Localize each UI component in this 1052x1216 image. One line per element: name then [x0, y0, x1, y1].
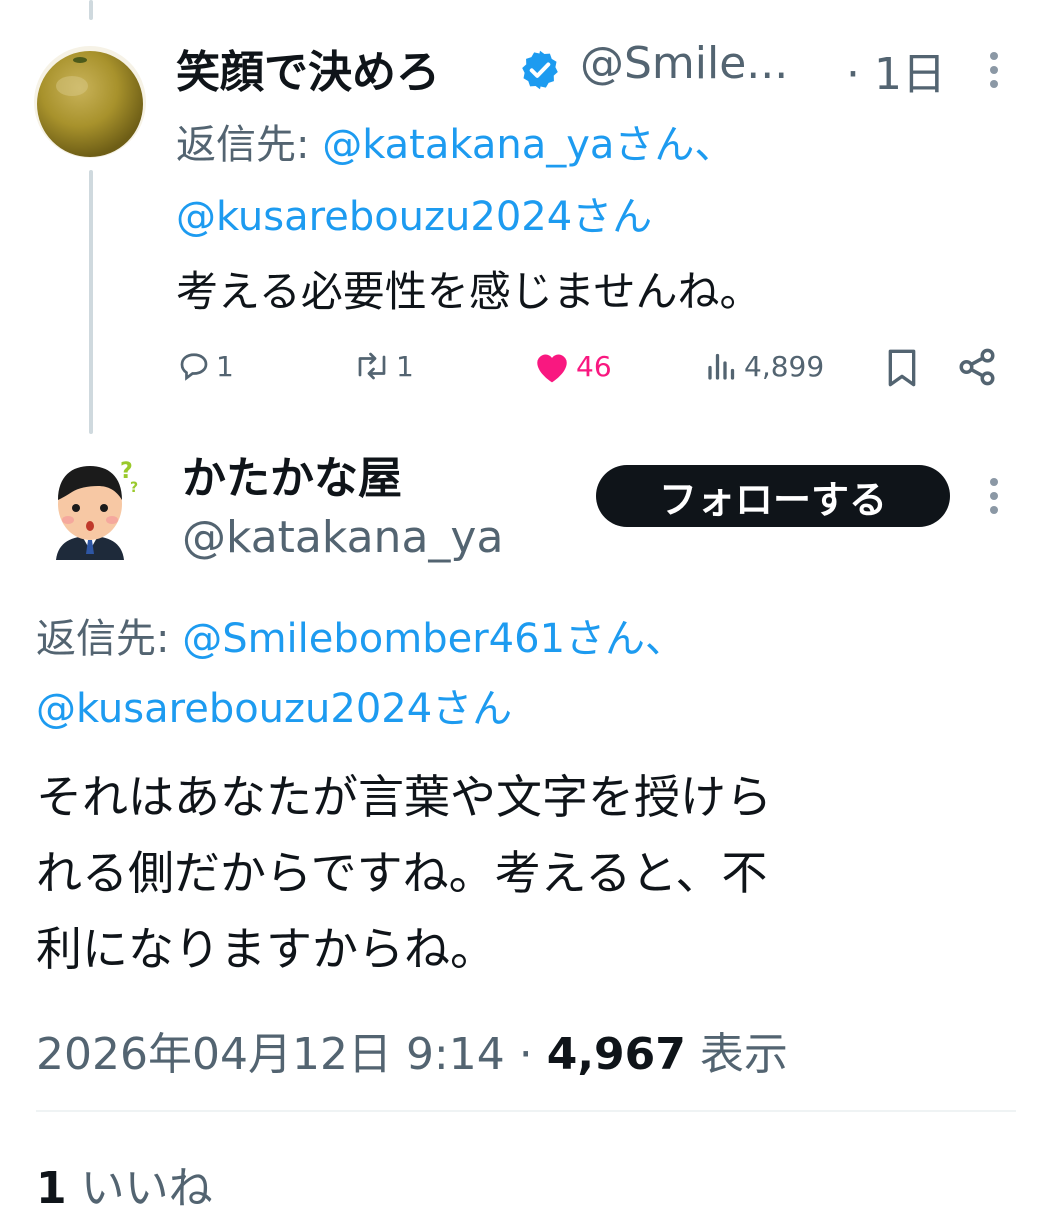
thread-line — [89, 170, 93, 434]
retweet-button[interactable]: 1 — [352, 348, 414, 384]
view-label: 表示 — [699, 1029, 788, 1080]
reply-icon — [180, 353, 208, 381]
reply-to-user-link[interactable]: @Smilebomber461さん、 — [182, 616, 685, 662]
display-name[interactable]: かたかな屋 — [182, 442, 402, 506]
handle[interactable]: @Smile... — [580, 38, 788, 89]
reply-to-line: 返信先: @katakana_yaさん、 — [176, 112, 734, 170]
reply-to-line: 返信先: @Smilebomber461さん、 — [36, 606, 685, 664]
like-count: 1 — [36, 1163, 67, 1214]
like-button[interactable]: 46 — [532, 348, 612, 384]
like-label: いいね — [80, 1163, 213, 1214]
tweet-text: 考える必要性を感じませんね。 — [176, 267, 762, 316]
view-count: 4,967 — [546, 1029, 686, 1080]
more-options-icon[interactable] — [990, 52, 1000, 94]
view-count: 4,899 — [744, 349, 825, 383]
bookmark-icon[interactable] — [884, 348, 920, 392]
reply-to-label: 返信先: — [36, 616, 170, 662]
avatar-orange[interactable] — [34, 46, 146, 158]
reply-to-user-link[interactable]: @kusarebouzu2024さん — [36, 676, 512, 734]
views-button[interactable]: 4,899 — [704, 348, 824, 384]
tweet-text-line: それはあなたが言葉や文字を授けら — [36, 770, 772, 824]
handle[interactable]: @katakana_ya — [182, 512, 503, 563]
tweet-meta: 2026年04月12日 9:14 · 4,967 表示 — [36, 1018, 788, 1082]
heart-icon — [537, 354, 567, 383]
reply-to-user-link[interactable]: @katakana_yaさん、 — [322, 122, 734, 168]
display-name[interactable]: 笑顔で決めろ — [176, 36, 440, 100]
tweet-text-line: れる側だからですね。考えると、不 — [36, 846, 768, 900]
reply-button[interactable]: 1 — [176, 348, 234, 384]
follow-button[interactable]: フォローする — [596, 465, 950, 527]
verified-badge-icon — [518, 48, 562, 92]
svg-text:?: ? — [130, 480, 138, 496]
tweet-date[interactable]: 2026年04月12日 9:14 · — [36, 1029, 533, 1080]
reply-to-user-link[interactable]: @kusarebouzu2024さん — [176, 184, 652, 242]
reply-to-label: 返信先: — [176, 122, 310, 168]
share-icon[interactable] — [956, 346, 998, 392]
thread-line-top — [89, 0, 93, 20]
divider — [36, 1110, 1016, 1112]
more-options-icon[interactable] — [990, 478, 1000, 520]
timestamp[interactable]: · 1日 — [846, 38, 946, 102]
reply-count: 1 — [216, 349, 234, 383]
views-icon — [708, 353, 735, 380]
likes-summary[interactable]: 1 いいね — [36, 1152, 213, 1216]
like-count: 46 — [576, 349, 612, 383]
retweet-icon — [358, 352, 386, 380]
retweet-count: 1 — [396, 349, 414, 383]
tweet-text-line: 利になりますからね。 — [36, 922, 496, 976]
avatar-katakana-ya[interactable]: ? ? — [34, 448, 146, 560]
